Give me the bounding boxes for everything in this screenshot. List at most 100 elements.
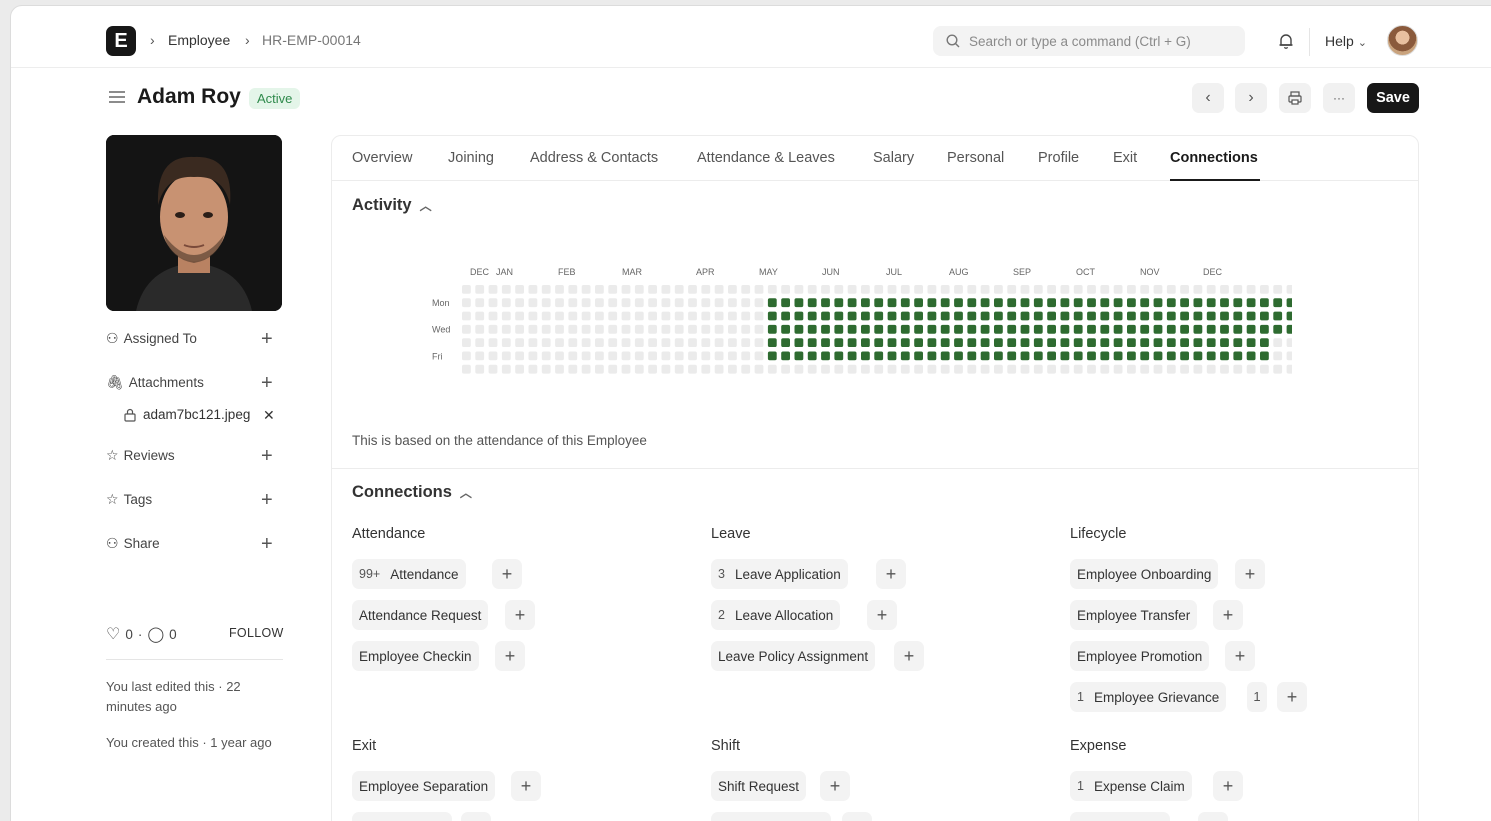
heatmap-cell[interactable] [1273,285,1283,294]
bell-icon[interactable] [1277,32,1295,50]
heatmap-cell[interactable] [914,298,923,308]
heatmap-cell[interactable] [914,351,923,361]
heatmap-cell[interactable] [1073,285,1083,294]
heatmap-cell[interactable] [1140,324,1150,334]
heatmap-cell[interactable] [741,324,751,334]
add-assignee-button[interactable]: + [261,329,273,349]
heatmap-cell[interactable] [767,311,777,321]
heatmap-cell[interactable] [568,285,578,294]
heatmap-cell[interactable] [1060,285,1070,294]
heatmap-cell[interactable] [900,364,910,374]
heatmap-cell[interactable] [568,298,578,308]
heatmap-cell[interactable] [781,364,790,374]
heatmap-cell[interactable] [515,324,524,334]
heatmap-cell[interactable] [1273,364,1283,374]
heatmap-cell[interactable] [475,298,485,308]
heatmap-cell[interactable] [1100,351,1110,361]
heatmap-cell[interactable] [1233,351,1243,361]
menu-icon[interactable] [108,89,126,105]
heatmap-cell[interactable] [1127,311,1136,321]
heatmap-cell[interactable] [741,338,751,347]
heatmap-cell[interactable] [541,364,551,374]
heatmap-cell[interactable] [1100,364,1110,374]
heatmap-cell[interactable] [1127,324,1136,334]
heatmap-cell[interactable] [1193,351,1203,361]
heatmap-cell[interactable] [741,311,751,321]
heatmap-cell[interactable] [475,311,485,321]
heatmap-cell[interactable] [1193,298,1203,308]
heatmap-cell[interactable] [488,298,498,308]
heatmap-cell[interactable] [581,311,591,321]
heatmap-cell[interactable] [595,364,604,374]
link-shift-request[interactable]: Shift Request [711,771,807,801]
heatmap-cell[interactable] [847,324,857,334]
heatmap-cell[interactable] [728,351,737,361]
heatmap-cell[interactable] [1180,338,1189,347]
heatmap-cell[interactable] [874,324,884,334]
heatmap-cell[interactable] [821,285,830,294]
heatmap-cell[interactable] [807,298,817,308]
heatmap-cell[interactable] [887,351,897,361]
heatmap-cell[interactable] [940,285,950,294]
add-share-button[interactable]: + [261,534,273,554]
heatmap-cell[interactable] [528,364,538,374]
heatmap-cell[interactable] [980,351,990,361]
heatmap-cell[interactable] [980,285,990,294]
heatmap-cell[interactable] [794,364,804,374]
tab-overview[interactable]: Overview [352,150,412,166]
heatmap-cell[interactable] [648,324,657,334]
heatmap-cell[interactable] [940,338,950,347]
heatmap-cell[interactable] [980,311,990,321]
heatmap-cell[interactable] [1153,285,1163,294]
heatmap-cell[interactable] [980,338,990,347]
heatmap-cell[interactable] [608,311,618,321]
link-employee-promotion[interactable]: Employee Promotion [1070,641,1210,671]
print-button[interactable] [1279,83,1311,113]
link-attendance-request[interactable]: Attendance Request [352,600,489,630]
heatmap-cell[interactable] [980,364,990,374]
heatmap-cell[interactable] [1273,338,1283,347]
link-travel-request[interactable] [1070,812,1170,821]
heatmap-cell[interactable] [595,338,604,347]
heatmap-cell[interactable] [1073,298,1083,308]
heatmap-cell[interactable] [728,285,737,294]
heatmap-cell[interactable] [688,285,697,294]
heatmap-cell[interactable] [1286,338,1292,347]
heatmap-cell[interactable] [541,324,551,334]
link-exit-interview[interactable] [352,812,452,821]
heatmap-cell[interactable] [1047,338,1056,347]
heatmap-cell[interactable] [1260,364,1269,374]
heatmap-cell[interactable] [1020,285,1030,294]
heatmap-cell[interactable] [701,338,711,347]
heatmap-cell[interactable] [555,351,564,361]
heatmap-cell[interactable] [688,311,697,321]
heatmap-cell[interactable] [980,324,990,334]
heatmap-cell[interactable] [967,338,977,347]
heatmap-cell[interactable] [954,311,963,321]
heatmap-cell[interactable] [914,364,923,374]
heatmap-cell[interactable] [634,338,644,347]
heatmap-cell[interactable] [994,285,1003,294]
heatmap-cell[interactable] [847,311,857,321]
heatmap-cell[interactable] [555,364,564,374]
heatmap-cell[interactable] [515,364,524,374]
heatmap-cell[interactable] [1193,324,1203,334]
heatmap-cell[interactable] [1153,364,1163,374]
heatmap-cell[interactable] [1073,351,1083,361]
link-leave-policy-assignment[interactable]: Leave Policy Assignment [711,641,876,671]
heatmap-cell[interactable] [634,285,644,294]
link-employee-onboarding[interactable]: Employee Onboarding [1070,559,1219,589]
breadcrumb-employee[interactable]: Employee [168,32,230,48]
heatmap-cell[interactable] [714,311,724,321]
heatmap-cell[interactable] [1113,351,1123,361]
heatmap-cell[interactable] [1047,298,1056,308]
heatmap-cell[interactable] [462,285,471,294]
heatmap-cell[interactable] [701,324,711,334]
heatmap-cell[interactable] [1180,364,1189,374]
heatmap-cell[interactable] [1127,285,1136,294]
heatmap-cell[interactable] [621,338,631,347]
heatmap-cell[interactable] [621,324,631,334]
heatmap-cell[interactable] [847,298,857,308]
heatmap-cell[interactable] [634,364,644,374]
heatmap-cell[interactable] [555,298,564,308]
